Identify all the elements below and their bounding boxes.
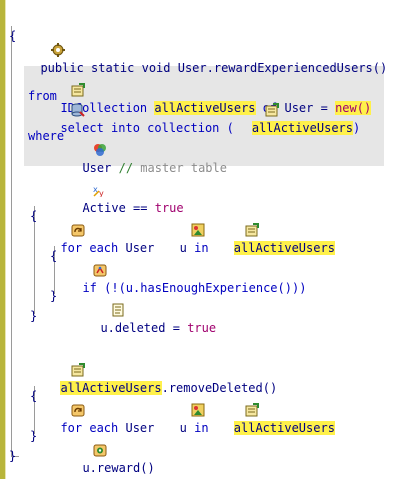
- loop-icon: [42, 385, 85, 417]
- assignment-line[interactable]: u.deleted = true: [68, 267, 216, 335]
- if-open-brace: {: [50, 249, 58, 263]
- foreach2-line[interactable]: for each User u in allActiveUsers: [28, 367, 335, 435]
- foreach1-open-brace: {: [30, 209, 38, 223]
- method-guide-line: [11, 26, 12, 456]
- variable-icon: [162, 205, 205, 237]
- remove-deleted-line[interactable]: allActiveUsers.removeDeleted(): [28, 327, 277, 395]
- foreach1-close-brace: }: [30, 309, 38, 323]
- foreach2-in: in: [194, 421, 209, 435]
- assignment-icon: [82, 285, 124, 317]
- entity-cube-icon: [64, 125, 107, 156]
- method-call-icon: [64, 425, 107, 457]
- collection-ref-icon: [236, 85, 279, 117]
- method-open-brace: {: [9, 29, 17, 43]
- collection-ref-icon: [42, 345, 86, 377]
- from-entity-line[interactable]: User // master table: [50, 107, 227, 175]
- gear-method-icon: [22, 25, 66, 57]
- select-close-paren: ): [353, 121, 361, 135]
- loop-icon: [42, 205, 85, 237]
- if-line[interactable]: if (!(u.hasEnoughExperience())): [50, 227, 306, 295]
- if-close-brace: }: [50, 289, 58, 303]
- method-close-brace: }: [9, 449, 17, 463]
- filter-condition-icon: xy: [64, 165, 104, 198]
- collection-ref-icon: [216, 205, 259, 237]
- declaration-elem-type: User: [284, 101, 314, 115]
- reward-call: u.reward(): [82, 461, 155, 475]
- from-keyword: from: [28, 89, 57, 103]
- foreach2-var: u: [179, 421, 187, 435]
- reward-call-line[interactable]: u.reward(): [50, 407, 155, 475]
- select-line[interactable]: select into collection ( allActiveUsers): [28, 67, 360, 135]
- foreach2-collection: allActiveUsers: [233, 421, 335, 435]
- branch-icon: [64, 245, 107, 277]
- foreach1-line[interactable]: for each User u in allActiveUsers: [28, 187, 335, 255]
- select-target: allActiveUsers: [251, 121, 353, 135]
- foreach2-open-brace: {: [30, 389, 38, 403]
- editor-gutter-edge: [5, 0, 6, 479]
- variable-icon: [162, 385, 205, 417]
- declaration-line[interactable]: IDCollection allActiveUsers of User = ne…: [28, 47, 372, 115]
- declaration-new: new(): [335, 101, 372, 115]
- collection-ref-icon: [216, 385, 259, 417]
- where-keyword: where: [28, 129, 65, 143]
- declaration-eq: =: [320, 101, 328, 115]
- method-signature-line[interactable]: public static void User.rewardExperience…: [8, 7, 387, 75]
- foreach2-close-brace: }: [30, 429, 38, 443]
- where-condition-line[interactable]: xy Active == true: [50, 147, 183, 215]
